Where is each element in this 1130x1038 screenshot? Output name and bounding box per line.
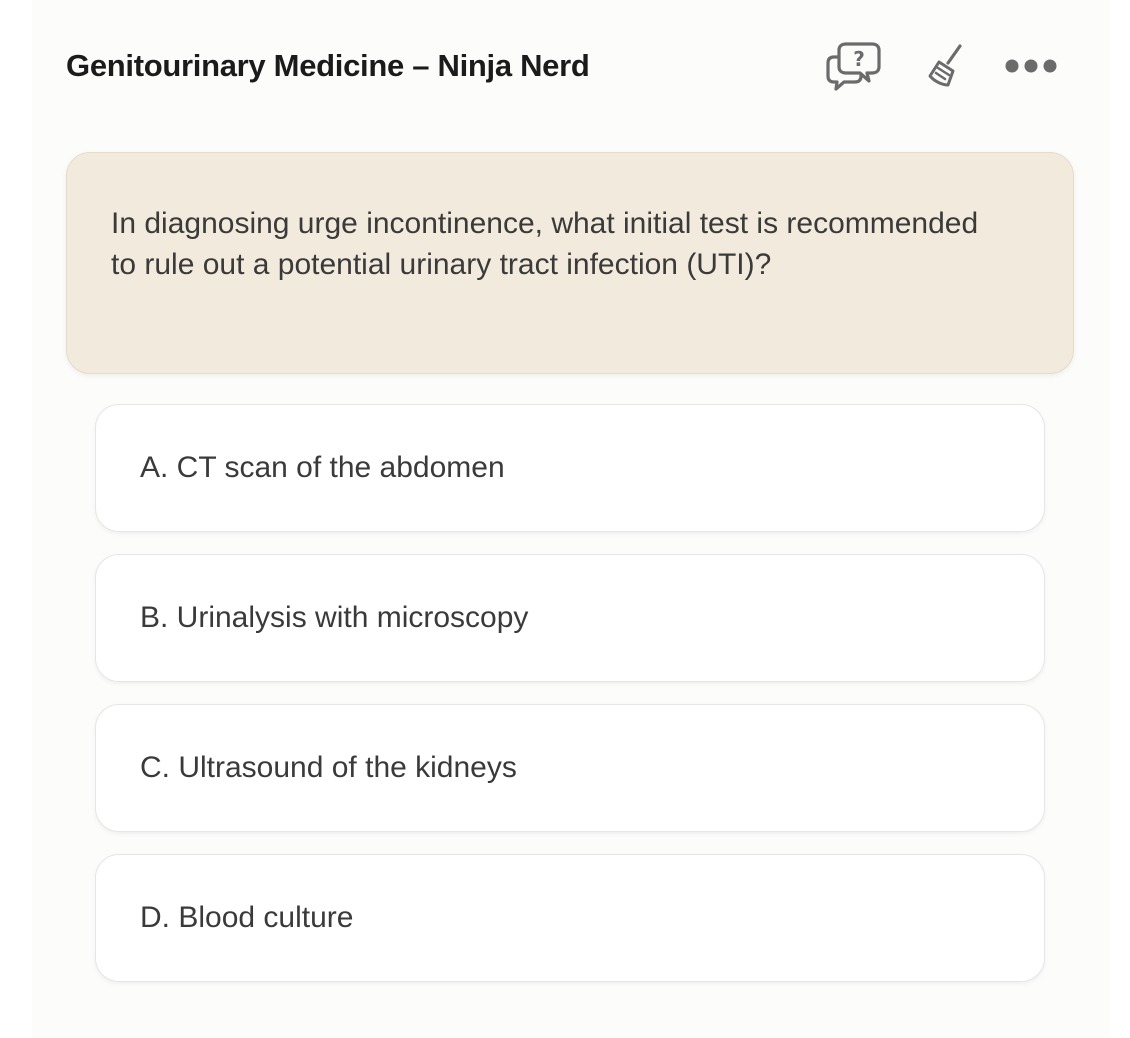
- answer-option-label: D. Blood culture: [140, 901, 354, 934]
- page-title: Genitourinary Medicine – Ninja Nerd: [66, 48, 590, 83]
- clear-button[interactable]: [916, 38, 976, 94]
- help-button[interactable]: ?: [824, 38, 884, 94]
- svg-text:?: ?: [853, 47, 865, 71]
- more-options-button[interactable]: [1001, 38, 1061, 94]
- answer-option-c[interactable]: C. Ultrasound of the kidneys: [95, 704, 1045, 832]
- question-text: In diagnosing urge incontinence, what in…: [111, 207, 979, 281]
- more-horizontal-icon: [1005, 59, 1057, 73]
- answer-option-b[interactable]: B. Urinalysis with microscopy: [95, 554, 1045, 682]
- answer-option-label: B. Urinalysis with microscopy: [140, 601, 529, 634]
- answer-option-label: C. Ultrasound of the kidneys: [140, 751, 517, 784]
- answer-option-label: A. CT scan of the abdomen: [140, 451, 505, 484]
- quiz-header: Genitourinary Medicine – Ninja Nerd ?: [66, 38, 1066, 94]
- broom-icon: [928, 44, 962, 87]
- question-card: In diagnosing urge incontinence, what in…: [66, 152, 1074, 374]
- answer-option-d[interactable]: D. Blood culture: [95, 854, 1045, 982]
- answer-option-a[interactable]: A. CT scan of the abdomen: [95, 404, 1045, 532]
- help-chat-icon: ?: [826, 42, 881, 91]
